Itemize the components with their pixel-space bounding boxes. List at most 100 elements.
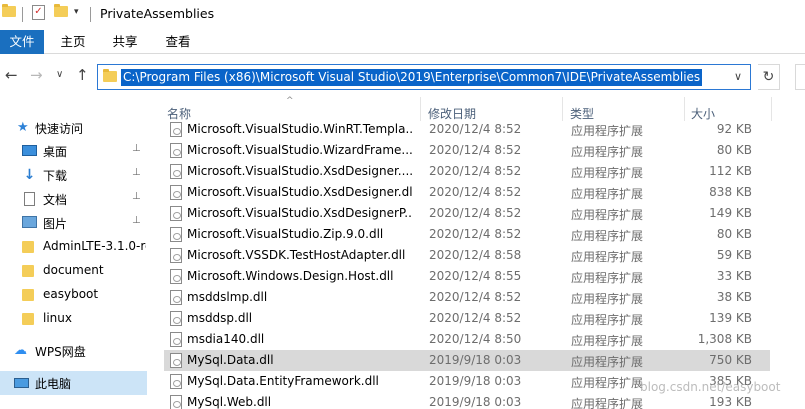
file-row[interactable]: Microsoft.VisualStudio.XsdDesigner.dll 2… [164,182,770,203]
sidebar-item-quick-access[interactable]: ★ 快速访问 [0,116,147,140]
file-modified: 2019/9/18 0:03 [429,353,522,367]
column-divider[interactable] [420,97,421,121]
file-type: 应用程序扩展 [571,229,644,243]
folder-icon [22,289,34,301]
sidebar-item-easyboot[interactable]: easyboot [0,283,147,307]
file-type: 应用程序扩展 [571,376,644,390]
address-input[interactable]: C:\Program Files (x86)\Microsoft Visual … [121,69,703,86]
dll-file-icon [170,332,182,347]
address-bar[interactable]: C:\Program Files (x86)\Microsoft Visual … [97,64,751,90]
chevron-down-icon[interactable]: ∨ [734,70,742,83]
tab-view[interactable]: 查看 [161,30,195,54]
sidebar-item-pictures[interactable]: 图片 ⊥ [0,211,147,235]
file-modified: 2020/12/4 8:58 [429,248,522,262]
column-size[interactable]: 大小 [691,105,715,122]
file-name: Microsoft.VisualStudio.WizardFrame... [187,143,413,157]
recent-locations-icon[interactable]: ∨ [56,69,63,80]
sidebar-item-label: AdminLTE-3.1.0-rc [43,239,146,253]
pin-icon[interactable]: ⊥ [132,215,141,226]
file-row[interactable]: Microsoft.Windows.Design.Host.dll 2020/1… [164,266,770,287]
file-name: Microsoft.Windows.Design.Host.dll [187,269,394,283]
sidebar-item-label: 文档 [43,193,68,207]
file-size: 112 KB [709,164,752,178]
sidebar-item-document[interactable]: document [0,259,147,283]
search-input[interactable] [795,64,805,90]
file-type: 应用程序扩展 [571,271,644,285]
cloud-icon: ☁ [14,343,27,358]
file-type: 应用程序扩展 [571,145,644,159]
file-type: 应用程序扩展 [571,187,644,201]
sidebar-item-label: linux [43,311,72,325]
column-divider[interactable] [771,97,772,121]
file-row[interactable]: msddslmp.dll 2020/12/4 8:52 应用程序扩展 38 KB [164,287,770,308]
sidebar-item-wps-cloud[interactable]: ☁ WPS网盘 [0,339,147,363]
pin-icon[interactable]: ⊥ [132,167,141,178]
sidebar-item-documents[interactable]: 文档 ⊥ [0,187,147,211]
file-type: 应用程序扩展 [571,397,644,409]
dll-file-icon [170,395,182,409]
vertical-scrollbar[interactable] [795,121,805,409]
refresh-button[interactable]: ↻ [758,64,780,90]
tab-share[interactable]: 共享 [108,30,142,54]
sidebar-item-downloads[interactable]: ↓ 下载 ⊥ [0,163,147,187]
file-size: 38 KB [716,290,752,304]
sidebar-item-label: WPS网盘 [35,345,86,359]
forward-arrow-icon[interactable]: → [30,66,43,84]
watermark: blog.csdn.net/easyboot [640,380,781,394]
dll-file-icon [170,143,182,158]
file-type: 应用程序扩展 [571,334,644,348]
sidebar-item-desktop[interactable]: 桌面 ⊥ [0,139,147,163]
sidebar-item-label: easyboot [43,287,99,301]
file-row[interactable]: Microsoft.VisualStudio.XsdDesignerP... 2… [164,203,770,224]
file-name: Microsoft.VisualStudio.XsdDesignerP... [187,206,413,220]
sidebar-item-adminlte[interactable]: AdminLTE-3.1.0-rc [0,235,147,259]
up-arrow-icon[interactable]: ↑ [76,66,89,84]
file-size: 80 KB [716,143,752,157]
sidebar-item-this-pc[interactable]: 此电脑 [0,371,147,395]
new-folder-icon[interactable] [54,4,68,17]
folder-icon [2,4,16,17]
file-modified: 2020/12/4 8:52 [429,164,522,178]
file-row[interactable]: Microsoft.VisualStudio.Zip.9.0.dll 2020/… [164,224,770,245]
file-size: 139 KB [709,311,752,325]
file-size: 149 KB [709,206,752,220]
file-name: msddsp.dll [187,311,253,325]
column-divider[interactable] [684,97,685,121]
customize-dropdown-icon[interactable]: ▾ [74,7,79,17]
file-type: 应用程序扩展 [571,208,644,222]
file-row[interactable]: Microsoft.VisualStudio.WizardFrame... 20… [164,140,770,161]
file-row[interactable]: Microsoft.VisualStudio.WinRT.Templa... 2… [164,121,770,140]
properties-icon[interactable]: ✓ [32,5,45,20]
column-type[interactable]: 类型 [570,105,594,122]
column-divider[interactable] [562,97,563,121]
tab-file[interactable]: 文件 [0,30,44,54]
file-size: 33 KB [716,269,752,283]
file-row[interactable]: Microsoft.VSSDK.TestHostAdapter.dll 2020… [164,245,770,266]
file-row-selected[interactable]: MySql.Data.dll 2019/9/18 0:03 应用程序扩展 750… [164,350,770,371]
sidebar-item-linux[interactable]: linux [0,307,147,331]
tab-home[interactable]: 主页 [56,30,90,54]
title-bar: ✓ ▾ PrivateAssemblies [0,0,805,30]
file-row[interactable]: msddsp.dll 2020/12/4 8:52 应用程序扩展 139 KB [164,308,770,329]
download-icon: ↓ [23,167,36,183]
file-modified: 2019/9/18 0:03 [429,395,522,409]
file-row[interactable]: MySql.Web.dll 2019/9/18 0:03 应用程序扩展 193 … [164,392,770,409]
file-row[interactable]: msdia140.dll 2020/12/4 8:50 应用程序扩展 1,308… [164,329,770,350]
back-arrow-icon[interactable]: ← [5,66,18,84]
sidebar-item-label: 快速访问 [35,122,84,136]
sidebar-item-label: 下载 [43,169,68,183]
file-name: msdia140.dll [187,332,265,346]
pictures-icon [22,216,37,228]
file-modified: 2020/12/4 8:52 [429,206,522,220]
file-name: msddslmp.dll [187,290,268,304]
folder-icon [22,241,34,253]
sort-ascending-icon: ^ [286,96,294,106]
pin-icon[interactable]: ⊥ [132,143,141,154]
column-modified[interactable]: 修改日期 [428,105,476,122]
pin-icon[interactable]: ⊥ [132,191,141,202]
file-type: 应用程序扩展 [571,292,644,306]
dll-file-icon [170,374,182,389]
file-row[interactable]: Microsoft.VisualStudio.XsdDesigner.... 2… [164,161,770,182]
file-size: 193 KB [709,395,752,409]
column-name[interactable]: 名称 [167,105,191,122]
